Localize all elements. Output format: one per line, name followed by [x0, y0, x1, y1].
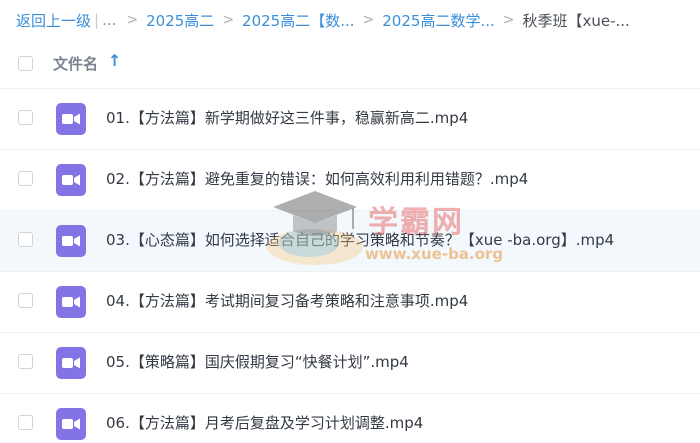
- breadcrumb-item[interactable]: 2025高二: [146, 10, 214, 31]
- file-name[interactable]: 06.【方法篇】月考后复盘及学习计划调整.mp4: [106, 412, 423, 433]
- breadcrumb-divider: |: [94, 11, 100, 29]
- file-name[interactable]: 01.【方法篇】新学期做好这三件事，稳赢新高二.mp4: [106, 107, 468, 128]
- video-file-icon: [56, 408, 86, 440]
- chevron-right-icon: >: [222, 12, 235, 28]
- breadcrumb-current: 秋季班【xue-...: [522, 11, 630, 30]
- chevron-right-icon: >: [502, 12, 515, 28]
- breadcrumb: 返回上一级 | ... > 2025高二 > 2025高二【数... > 202…: [16, 0, 700, 40]
- video-file-icon: [56, 225, 86, 257]
- video-file-icon: [56, 103, 86, 135]
- row-checkbox[interactable]: [18, 293, 33, 308]
- file-name[interactable]: 02.【方法篇】避免重复的错误：如何高效利用利用错题？.mp4: [106, 168, 528, 189]
- chevron-right-icon: >: [126, 12, 139, 28]
- row-checkbox[interactable]: [18, 354, 33, 369]
- file-row[interactable]: 04.【方法篇】考试期间复习备考策略和注意事项.mp4: [0, 272, 700, 333]
- breadcrumb-item[interactable]: 2025高二数学...: [382, 10, 494, 31]
- chevron-right-icon: >: [362, 12, 375, 28]
- video-file-icon: [56, 286, 86, 318]
- video-file-icon: [56, 347, 86, 379]
- breadcrumb-ellipsis[interactable]: ...: [102, 11, 116, 29]
- file-browser-page: 返回上一级 | ... > 2025高二 > 2025高二【数... > 202…: [0, 0, 700, 443]
- file-row[interactable]: 03.【心态篇】如何选择适合自己的学习策略和节奏？【xue -ba.org】.m…: [0, 211, 700, 272]
- file-row[interactable]: 06.【方法篇】月考后复盘及学习计划调整.mp4: [0, 394, 700, 443]
- back-link[interactable]: 返回上一级: [16, 10, 91, 31]
- row-checkbox[interactable]: [18, 110, 33, 125]
- row-checkbox[interactable]: [18, 232, 33, 247]
- row-checkbox[interactable]: [18, 171, 33, 186]
- file-name[interactable]: 04.【方法篇】考试期间复习备考策略和注意事项.mp4: [106, 290, 468, 311]
- file-name[interactable]: 05.【策略篇】国庆假期复习“快餐计划”.mp4: [106, 351, 409, 372]
- file-row[interactable]: 01.【方法篇】新学期做好这三件事，稳赢新高二.mp4: [0, 89, 700, 150]
- row-checkbox[interactable]: [18, 415, 33, 430]
- file-list: 01.【方法篇】新学期做好这三件事，稳赢新高二.mp4 02.【方法篇】避免重复…: [0, 89, 700, 443]
- breadcrumb-item[interactable]: 2025高二【数...: [242, 10, 354, 31]
- column-filename-header[interactable]: 文件名: [53, 53, 98, 74]
- list-header: 文件名 ↑: [0, 40, 700, 89]
- file-row[interactable]: 05.【策略篇】国庆假期复习“快餐计划”.mp4: [0, 333, 700, 394]
- select-all-checkbox[interactable]: [18, 56, 33, 71]
- video-file-icon: [56, 164, 86, 196]
- file-name[interactable]: 03.【心态篇】如何选择适合自己的学习策略和节奏？【xue -ba.org】.m…: [106, 229, 614, 250]
- file-row[interactable]: 02.【方法篇】避免重复的错误：如何高效利用利用错题？.mp4: [0, 150, 700, 211]
- sort-ascending-icon[interactable]: ↑: [108, 51, 121, 70]
